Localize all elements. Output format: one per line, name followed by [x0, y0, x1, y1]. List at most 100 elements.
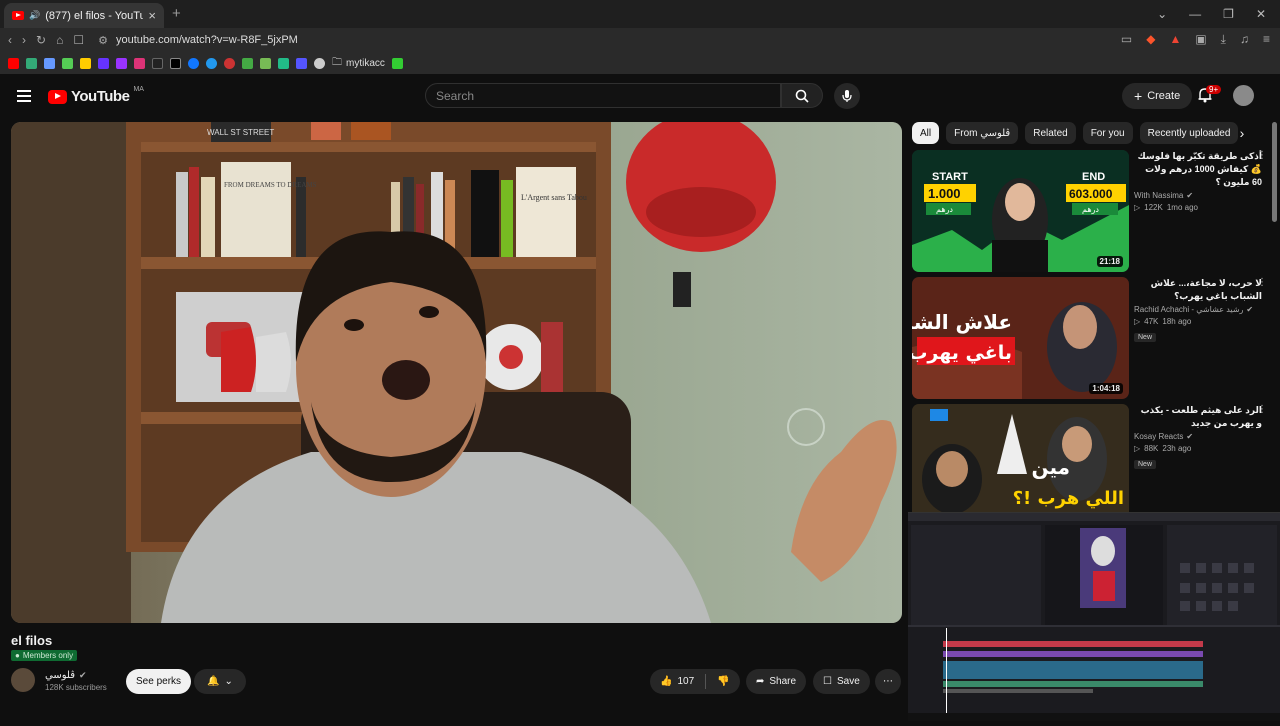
bookmark-x-icon[interactable] — [170, 57, 181, 69]
minimize-icon[interactable]: — — [1189, 7, 1201, 21]
see-perks-button[interactable]: See perks — [126, 669, 192, 694]
voice-search-button[interactable] — [834, 83, 860, 109]
views-icon: ▷ — [1134, 317, 1141, 326]
cast-icon[interactable]: ▭ — [1121, 32, 1132, 47]
upload-age: 23h ago — [1162, 444, 1192, 453]
thumbs-down-icon[interactable]: 👎 — [717, 676, 729, 687]
recommendation-thumbnail[interactable]: علاش الشباب باغي يهرب؟ 1:04:18 — [912, 277, 1129, 399]
chip-related[interactable]: Related — [1025, 122, 1076, 144]
more-actions-button[interactable]: ⋯ — [875, 669, 901, 694]
recommendation-item[interactable]: علاش الشباب باغي يهرب؟ 1:04:18 لا حرب، ل… — [912, 277, 1267, 399]
reload-icon[interactable]: ↻ — [36, 33, 46, 47]
recommendation-channel[interactable]: Kosay Reacts ✔ — [1134, 432, 1262, 441]
chevron-right-icon[interactable]: › — [1232, 123, 1252, 143]
thumb-end-unit: درهم — [1082, 205, 1099, 214]
back-icon[interactable]: ‹ — [8, 33, 12, 47]
create-button[interactable]: + Create — [1122, 83, 1193, 109]
close-window-icon[interactable]: ✕ — [1256, 7, 1266, 21]
bookmark-red-icon[interactable] — [224, 57, 235, 69]
bookmark-mail-icon[interactable] — [80, 57, 91, 69]
media-icon[interactable]: ♫ — [1240, 32, 1249, 47]
more-options-icon[interactable]: ⋮ — [1257, 277, 1267, 288]
upload-age: 18h ago — [1162, 317, 1192, 326]
bookmark-youtube-icon[interactable] — [8, 57, 19, 69]
tab-search-icon[interactable]: ⌄ — [1157, 7, 1167, 21]
menu-icon[interactable]: ≡ — [1263, 32, 1270, 47]
bookmark-instagram-icon[interactable] — [134, 57, 145, 69]
thumb-line-2: باغي يهرب؟ — [912, 342, 1012, 364]
channel-name[interactable]: ڨلوسي ✔ — [45, 670, 87, 681]
close-tab-icon[interactable]: × — [148, 8, 156, 23]
folder-icon: 🗀 — [332, 56, 342, 68]
recommendation-item[interactable]: START 1.000 درهم END 603.000 درهم 21:18 … — [912, 150, 1267, 272]
bookmark-arrow-icon[interactable] — [26, 57, 37, 69]
youtube-logo[interactable]: YouTube MA — [48, 86, 144, 105]
recommendation-thumbnail[interactable]: START 1.000 درهم END 603.000 درهم 21:18 — [912, 150, 1129, 272]
members-label: Members only — [22, 651, 74, 660]
share-icon: ➦ — [756, 676, 765, 687]
share-button[interactable]: ➦ Share — [746, 669, 807, 694]
bookmark-folder[interactable]: 🗀 mytikacc — [332, 55, 385, 72]
video-player[interactable]: FROM DREAMS TO DREAMS L'Argent sans Tabo… — [11, 122, 902, 623]
chip-for-you[interactable]: For you — [1082, 122, 1133, 144]
recommendation-title[interactable]: أذكى طريقة تكبّر بها فلوسك 💰 كيفاش 1000 … — [1134, 150, 1262, 189]
account-avatar[interactable] — [1233, 85, 1254, 106]
poster-text: WALL ST STREET — [207, 128, 274, 137]
notification-preferences-button[interactable]: 🔔 ⌄ — [194, 669, 246, 694]
bookmark-globe-icon[interactable] — [314, 57, 325, 69]
recommendation-thumbnail[interactable]: مين اللي هرب !؟ — [912, 404, 1129, 512]
recommendation-item[interactable]: مين اللي هرب !؟ الرد على هيثم طلعت - يكذ… — [912, 404, 1267, 512]
verified-icon: ✔ — [78, 670, 87, 680]
bookmark-facebook-icon[interactable] — [188, 57, 199, 69]
bookmark-purple-icon[interactable] — [98, 57, 109, 69]
more-options-icon[interactable]: ⋮ — [1257, 404, 1267, 415]
bookmark-k-icon[interactable] — [62, 57, 73, 69]
bookmark-t-icon[interactable] — [278, 57, 289, 69]
recommendation-channel[interactable]: With Nassima ✔ — [1134, 191, 1262, 200]
bookmark-twitch-icon[interactable] — [116, 57, 127, 69]
search-button[interactable] — [781, 83, 823, 108]
recommendation-title[interactable]: لا حرب، لا مجاعة،... علاش الشباب باغي يه… — [1134, 277, 1262, 303]
chevron-down-icon: ⌄ — [224, 676, 233, 687]
recommendation-channel-name: Rachid Achachi - رشيد عشاشي — [1134, 305, 1244, 314]
chip-all[interactable]: All — [912, 122, 940, 144]
bookmark-icon[interactable]: ☐ — [73, 33, 84, 47]
search-icon — [795, 89, 809, 103]
sidebar-icon[interactable]: ▣ — [1195, 32, 1206, 47]
new-badge: New — [1134, 460, 1157, 469]
search-input[interactable]: Search — [425, 83, 781, 108]
recommendation-title[interactable]: الرد على هيثم طلعت - يكذب و يهرب من جديد — [1134, 404, 1262, 430]
bookmark-telegram-icon[interactable] — [206, 57, 217, 69]
thumb-start-value: 1.000 — [928, 186, 961, 201]
download-icon[interactable]: ⤓ — [1221, 32, 1226, 47]
site-info-icon[interactable]: ⚙ — [98, 34, 108, 47]
bookmark-blue-icon[interactable] — [296, 57, 307, 69]
bookmark-star-icon[interactable] — [44, 57, 55, 69]
bookmark-tiktok-icon[interactable] — [152, 57, 163, 69]
bookmark-green-icon[interactable] — [242, 57, 253, 69]
save-button[interactable]: ☐ Save — [813, 669, 870, 694]
window-controls: ⌄ — ❐ ✕ — [1157, 0, 1280, 28]
maximize-icon[interactable]: ❐ — [1223, 7, 1234, 21]
chip-recently-uploaded[interactable]: Recently uploaded — [1139, 122, 1239, 144]
bookmark-save-icon: ☐ — [823, 676, 832, 687]
create-label: Create — [1147, 90, 1181, 102]
new-tab-icon[interactable]: + — [172, 5, 181, 22]
speaker-icon[interactable]: 🔊 — [29, 10, 40, 21]
chip-from-channel[interactable]: From ڨلوسي — [946, 122, 1019, 144]
home-icon[interactable]: ⌂ — [56, 33, 63, 47]
browser-tab[interactable]: 🔊 (877) el filos - YouTube × — [4, 3, 164, 28]
youtube-favicon-icon — [12, 11, 24, 20]
forward-icon[interactable]: › — [22, 33, 26, 47]
channel-avatar[interactable] — [11, 668, 35, 692]
rewards-icon[interactable]: ▲ — [1169, 32, 1181, 47]
bookmark-person-icon[interactable] — [260, 57, 271, 69]
hamburger-menu-icon[interactable] — [17, 90, 31, 102]
scrollbar[interactable] — [1272, 122, 1277, 222]
url-field[interactable]: youtube.com/watch?v=w-R8F_5jxPM — [116, 34, 298, 46]
brave-shield-icon[interactable]: ◆ — [1146, 32, 1155, 47]
recommendation-channel[interactable]: Rachid Achachi - رشيد عشاشي ✔ — [1134, 305, 1262, 314]
bookmark-signal-icon[interactable] — [391, 57, 403, 69]
like-button[interactable]: 👍 107 — [660, 676, 694, 687]
more-options-icon[interactable]: ⋮ — [1257, 150, 1267, 161]
